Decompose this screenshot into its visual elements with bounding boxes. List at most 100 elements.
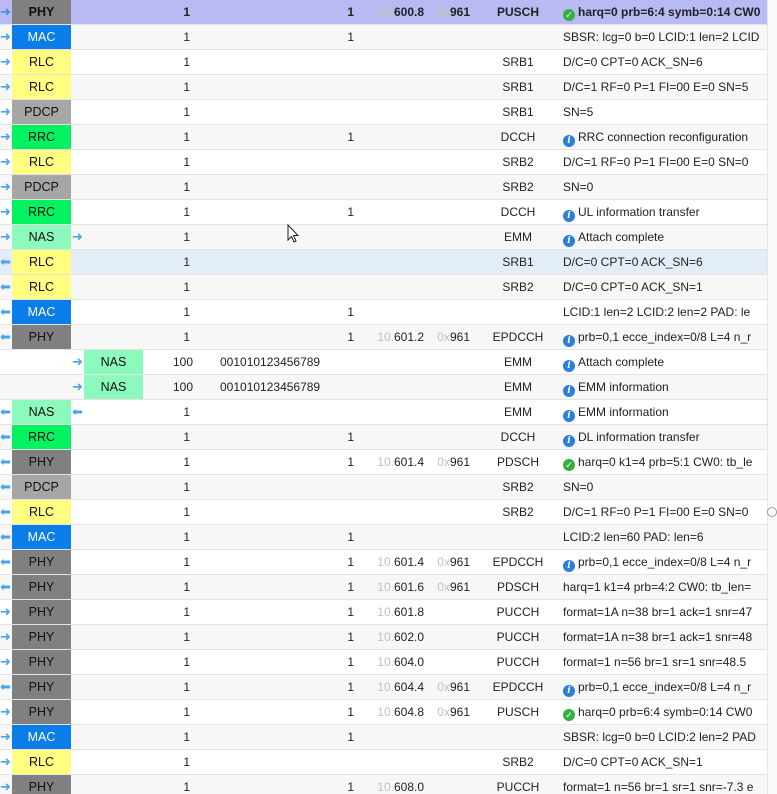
ue-id: 1 — [183, 605, 190, 619]
layer-badge-mac: MAC — [12, 525, 71, 549]
log-row[interactable]: ➜ NAS 100 001010123456789 EMM i Attach complet… — [0, 350, 767, 375]
log-row[interactable]: ➜ NAS ➜ 1 EMM i Attach complete — [0, 225, 767, 250]
cell-id: 1 — [347, 205, 354, 219]
log-row[interactable]: ➜ RLC 1 SRB2 D/C=1 RF=0 P=1 FI=00 E=0 SN=0 — [0, 150, 767, 175]
right-arrow-icon: ➜ — [0, 29, 11, 44]
frame-time-prefix: 10. — [377, 5, 394, 19]
layer-badge-nas: NAS — [12, 400, 71, 424]
log-row[interactable]: ⬅ NAS ⬅ 1 EMM i EMM information — [0, 400, 767, 425]
check-icon[interactable]: ✓ — [563, 9, 575, 21]
cell-id: 1 — [347, 130, 354, 144]
info-icon[interactable]: i — [563, 335, 575, 347]
log-row[interactable]: ➜ RLC 1 SRB1 D/C=1 RF=0 P=1 FI=00 E=0 SN=5 — [0, 75, 767, 100]
log-row[interactable]: ➜ NAS 100 001010123456789 EMM i EMM informatio… — [0, 375, 767, 400]
log-row[interactable]: ⬅ PHY 1 1 10.601.2 0x961 EPDCCH i prb=0,1 ecce_i… — [0, 325, 767, 350]
info-icon[interactable]: i — [563, 560, 575, 572]
info-icon[interactable]: i — [563, 135, 575, 147]
rnti-value: 961 — [449, 5, 470, 19]
message-info: harq=1 k1=4 prb=4:2 CW0: tb_len= — [563, 575, 767, 599]
layer-badge-phy: PHY — [12, 600, 71, 624]
log-row[interactable]: ➜ PHY 1 1 10.602.0 PUCCH format=1A n=38 br=1 a… — [0, 625, 767, 650]
log-row[interactable]: ➜ PDCP 1 SRB2 SN=0 — [0, 175, 767, 200]
log-row[interactable]: ⬅ RRC 1 1 DCCH i DL information transfer — [0, 425, 767, 450]
info-icon[interactable]: i — [563, 410, 575, 422]
log-row[interactable]: ⬅ MAC 1 1 LCID:2 len=60 PAD: len=6 — [0, 525, 767, 550]
log-row[interactable]: ⬅ RLC 1 SRB2 D/C=0 CPT=0 ACK_SN=1 — [0, 275, 767, 300]
message-info-text: D/C=0 CPT=0 ACK_SN=6 — [563, 55, 703, 69]
rnti-value: 961 — [449, 680, 470, 694]
log-row[interactable]: ➜ PHY 1 1 10.604.8 0x961 PUSCH ✓ harq=0 prb=6:4 … — [0, 700, 767, 725]
message-info: SN=0 — [563, 175, 767, 199]
message-info: D/C=1 RF=0 P=1 FI=00 E=0 SN=5 — [563, 75, 767, 99]
cell-id: 1 — [347, 430, 354, 444]
info-icon[interactable]: i — [563, 385, 575, 397]
log-row[interactable]: ⬅ PHY 1 1 10.601.6 0x961 PDSCH harq=1 k1=4 prb=… — [0, 575, 767, 600]
message-info: LCID:2 len=60 PAD: len=6 — [563, 525, 767, 549]
ue-id: 1 — [183, 30, 190, 44]
log-row[interactable]: ⬅ RLC 1 SRB2 D/C=1 RF=0 P=1 FI=00 E=0 SN=0 — [0, 500, 767, 525]
message-info: D/C=0 CPT=0 ACK_SN=6 — [563, 50, 767, 74]
log-row[interactable]: ➜ PHY 1 1 10.601.8 PUCCH format=1A n=38 br=1 a… — [0, 600, 767, 625]
log-row[interactable]: ➜ PDCP 1 SRB1 SN=5 — [0, 100, 767, 125]
scroll-handle[interactable] — [767, 507, 777, 517]
channel — [478, 525, 558, 549]
frame-time-prefix: 10. — [377, 780, 394, 794]
log-row[interactable]: ⬅ RLC 1 SRB1 D/C=0 CPT=0 ACK_SN=6 — [0, 250, 767, 275]
layer-badge-rlc: RLC — [12, 150, 71, 174]
message-info: i prb=0,1 ecce_index=0/8 L=4 n_r — [563, 325, 767, 349]
log-row[interactable]: ➜ PHY 1 1 10.604.0 PUCCH format=1 n=56 br=1 sr… — [0, 650, 767, 675]
log-row[interactable]: ➜ RRC 1 1 DCCH i RRC connection reconfiguratio… — [0, 125, 767, 150]
info-icon[interactable]: i — [563, 360, 575, 372]
message-info-text: SBSR: lcg=0 b=0 LCID:2 len=2 PAD — [563, 730, 756, 744]
channel: SRB2 — [502, 280, 534, 294]
log-row[interactable]: ➜ RRC 1 1 DCCH i UL information transfer — [0, 200, 767, 225]
log-row[interactable]: ⬅ MAC 1 1 LCID:1 len=2 LCID:2 len=2 PAD: le — [0, 300, 767, 325]
right-arrow-icon: ➜ — [0, 604, 11, 619]
message-info-text: D/C=0 CPT=0 ACK_SN=1 — [563, 755, 703, 769]
ue-id: 100 — [172, 380, 193, 394]
message-info: SN=0 — [563, 475, 767, 499]
frame-time-value: 608.0 — [393, 780, 424, 794]
message-info-text: harq=0 prb=6:4 symb=0:14 CW0 — [578, 5, 761, 19]
horizontal-scrollbar-track[interactable] — [767, 0, 777, 794]
log-row[interactable]: ➜ RLC 1 SRB2 D/C=0 CPT=0 ACK_SN=1 — [0, 750, 767, 775]
info-icon[interactable]: i — [563, 210, 575, 222]
frame-time-value: 604.4 — [393, 680, 424, 694]
log-row[interactable]: ⬅ PDCP 1 SRB2 SN=0 — [0, 475, 767, 500]
right-arrow-icon: ➜ — [0, 79, 11, 94]
message-info-text: UL information transfer — [578, 205, 700, 219]
right-arrow-icon: ➜ — [0, 129, 11, 144]
info-icon[interactable]: i — [563, 685, 575, 697]
message-info-text: D/C=1 RF=0 P=1 FI=00 E=0 SN=5 — [563, 80, 749, 94]
log-row[interactable]: ➜ RLC 1 SRB1 D/C=0 CPT=0 ACK_SN=6 — [0, 50, 767, 75]
layer-badge-phy: PHY — [12, 650, 71, 674]
info-icon[interactable]: i — [563, 235, 575, 247]
ue-id: 1 — [183, 280, 190, 294]
cell-id: 1 — [347, 680, 354, 694]
log-row[interactable]: ➜ MAC 1 1 SBSR: lcg=0 b=0 LCID:1 len=2 LCID — [0, 25, 767, 50]
check-icon[interactable]: ✓ — [563, 709, 575, 721]
left-arrow-icon: ⬅ — [0, 579, 11, 594]
frame-time: 10.601.4 — [364, 550, 424, 574]
frame-time-value: 604.0 — [393, 655, 424, 669]
channel: SRB2 — [502, 755, 534, 769]
ue-id: 1 — [183, 530, 190, 544]
frame-time-value: 604.8 — [393, 705, 424, 719]
left-arrow-icon: ⬅ — [0, 504, 11, 519]
left-arrow-icon: ⬅ — [0, 479, 11, 494]
ue-id: 1 — [183, 730, 190, 744]
log-row[interactable]: ➜ PHY 1 1 10.600.8 0x961 PUSCH ✓ harq=0 prb=6:4 … — [0, 0, 767, 25]
check-icon[interactable]: ✓ — [563, 459, 575, 471]
log-row[interactable]: ⬅ PHY 1 1 10.604.4 0x961 EPDCCH i prb=0,1 ecce_i… — [0, 675, 767, 700]
message-info-text: Attach complete — [578, 230, 665, 244]
info-icon[interactable]: i — [563, 435, 575, 447]
log-row[interactable]: ⬅ PHY 1 1 10.601.4 0x961 EPDCCH i prb=0,1 ecce_i… — [0, 550, 767, 575]
layer-badge-phy: PHY — [12, 775, 71, 794]
log-row[interactable]: ⬅ PHY 1 1 10.601.4 0x961 PDSCH ✓ harq=0 k1=4 prb… — [0, 450, 767, 475]
rnti-value: 961 — [449, 455, 470, 469]
rnti: 0x961 — [428, 550, 470, 574]
message-info: ✓ harq=0 prb=6:4 symb=0:14 CW0 — [563, 0, 767, 24]
log-row[interactable]: ➜ MAC 1 1 SBSR: lcg=0 b=0 LCID:2 len=2 PAD — [0, 725, 767, 750]
log-row[interactable]: ➜ PHY 1 1 10.608.0 PUCCH format=1 n=56 br=1 sr… — [0, 775, 767, 794]
layer-badge-rlc: RLC — [12, 75, 71, 99]
